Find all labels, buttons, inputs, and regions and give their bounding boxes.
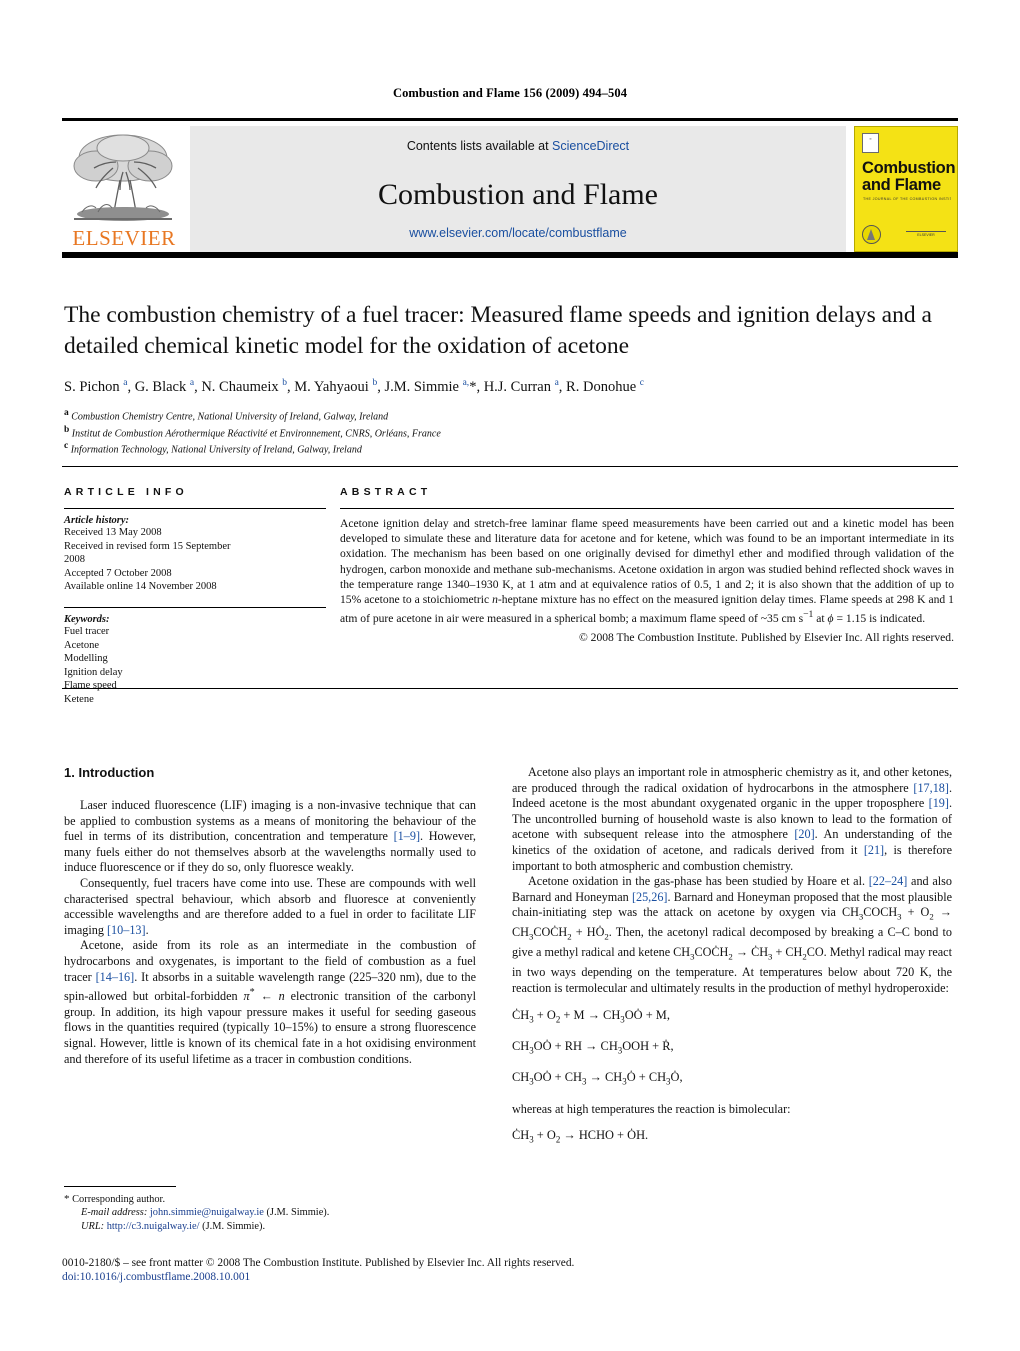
affiliation-c-mark: c — [64, 441, 69, 452]
cover-title: Combustion and Flame — [862, 159, 956, 194]
history-line: 2008 — [64, 554, 85, 566]
article-info-heading: ARTICLE INFO — [64, 486, 188, 498]
abstract-rule — [340, 508, 954, 509]
abstract-heading: ABSTRACT — [340, 486, 432, 498]
affiliation-b: b Institut de Combustion Aérothermique R… — [64, 424, 954, 441]
article-info-rule — [64, 508, 326, 509]
chemical-equation: ĊH3 + O2 + M → CH3OȮ + M, — [512, 1007, 670, 1025]
journal-url-link[interactable]: www.elsevier.com/locate/combustflame — [190, 226, 846, 240]
affiliation-a-text: Combustion Chemistry Centre, National Un… — [71, 411, 389, 423]
footnote-corresponding-line: * Corresponding author. — [64, 1193, 476, 1206]
cover-brand-text: ELSEVIER — [917, 233, 935, 237]
paragraph: Laser induced fluorescence (LIF) imaging… — [64, 798, 476, 875]
cover-institute-badge-icon — [862, 225, 881, 244]
url-owner: (J.M. Simmie). — [202, 1220, 266, 1232]
chemical-equation: ĊH3 + O2 → HCHO + ȮH. — [512, 1128, 649, 1145]
paragraph: Acetone, aside from its role as an inter… — [64, 938, 477, 1066]
affiliation-list: a Combustion Chemistry Centre, National … — [64, 407, 954, 457]
history-line: Available online 14 November 2008 — [64, 581, 217, 593]
email-link[interactable]: john.simmie@nuigalway.ie — [150, 1207, 264, 1218]
keyword-item: Flame speed — [64, 680, 117, 692]
abstract-text: Acetone ignition delay and stretch-free … — [340, 517, 954, 626]
contents-prefix: Contents lists available at — [406, 139, 553, 153]
body-column-right: Acetone also plays an important role in … — [512, 765, 952, 1148]
affiliation-a: a Combustion Chemistry Centre, National … — [64, 407, 954, 424]
article-history-label: Article history: — [64, 515, 130, 526]
footnote-url-line: URL: http://c3.nuigalway.ie/ (J.M. Simmi… — [64, 1220, 476, 1233]
affiliation-b-mark: b — [64, 424, 70, 435]
journal-masthead: ELSEVIER Contents lists available at Sci… — [62, 118, 958, 258]
article-info-block: ARTICLE INFO Article history: Received 1… — [64, 486, 326, 707]
chemical-equation: CH3OȮ + RH → CH3OOH + Ṙ, — [512, 1038, 674, 1056]
history-line: Received in revised form 15 September — [64, 540, 231, 552]
corresponding-author-footnote: * Corresponding author. E-mail address: … — [64, 1186, 476, 1233]
keyword-item: Acetone — [64, 639, 99, 651]
url-link[interactable]: http://c3.nuigalway.ie/ — [107, 1221, 200, 1232]
elsevier-logo: ELSEVIER — [62, 126, 184, 252]
keyword-item: Modelling — [64, 653, 108, 665]
affiliation-b-text: Institut de Combustion Aérothermique Réa… — [71, 427, 441, 439]
masthead-banner: Contents lists available at ScienceDirec… — [190, 126, 846, 252]
affiliation-a-mark: a — [64, 407, 69, 418]
section-divider-bottom — [62, 688, 958, 689]
elsevier-wordmark: ELSEVIER — [72, 226, 176, 250]
contents-available-line: Contents lists available at ScienceDirec… — [190, 139, 846, 153]
author-list: S. Pichon a, G. Black a, N. Chaumeix b, … — [64, 378, 644, 395]
equation-note: whereas at high temperatures the reactio… — [512, 1101, 791, 1116]
cover-subtitle: THE JOURNAL OF THE COMBUSTION INSTITUTE — [863, 197, 951, 201]
journal-cover-thumbnail: ≡ Combustion and Flame THE JOURNAL OF TH… — [854, 126, 958, 252]
page-footer: 0010-2180/$ – see front matter © 2008 Th… — [62, 1257, 958, 1283]
affiliation-c: c Information Technology, National Unive… — [64, 440, 954, 457]
paper-page: Combustion and Flame 156 (2009) 494–504 — [0, 0, 1020, 1351]
title-block: The combustion chemistry of a fuel trace… — [64, 300, 954, 457]
page-title: The combustion chemistry of a fuel trace… — [64, 302, 932, 359]
abstract-copyright: © 2008 The Combustion Institute. Publish… — [578, 631, 954, 645]
keyword-item: Fuel tracer — [64, 625, 110, 637]
keyword-item: Ignition delay — [64, 666, 123, 678]
affiliation-c-text: Information Technology, National Univers… — [70, 444, 362, 456]
body-column-left: 1. Introduction Laser induced fluorescen… — [64, 765, 476, 1067]
email-label: E-mail address: — [81, 1207, 148, 1219]
doi-link[interactable]: doi:10.1016/j.combustflame.2008.10.001 — [62, 1271, 958, 1283]
footnote-corresponding-text: Corresponding author. — [72, 1194, 166, 1205]
email-owner: (J.M. Simmie). — [266, 1207, 330, 1219]
chemical-equation: CH3OȮ + CH3 → CH3Ȯ + CH3Ȯ, — [512, 1069, 683, 1087]
paragraph: Acetone oxidation in the gas-phase has b… — [512, 874, 953, 996]
abstract-block: ABSTRACT Acetone ignition delay and stre… — [340, 486, 954, 644]
cover-title-line1: Combustion — [862, 159, 956, 177]
section-heading-introduction: 1. Introduction — [64, 765, 155, 780]
elsevier-tree-icon — [73, 134, 173, 221]
cover-title-line2: and Flame — [862, 176, 941, 194]
footnote-email-line: E-mail address: john.simmie@nuigalway.ie… — [64, 1206, 476, 1219]
section-divider-top — [62, 466, 958, 467]
paragraph: Acetone also plays an important role in … — [512, 765, 953, 873]
paragraph: Consequently, fuel tracers have come int… — [64, 875, 476, 937]
url-label: URL: — [81, 1220, 105, 1232]
footnote-rule — [64, 1186, 176, 1187]
running-head: Combustion and Flame 156 (2009) 494–504 — [392, 86, 628, 100]
history-line: Accepted 7 October 2008 — [64, 567, 172, 579]
cover-publisher-mark: ELSEVIER — [902, 230, 950, 242]
front-matter-line: 0010-2180/$ – see front matter © 2008 Th… — [62, 1257, 575, 1269]
sciencedirect-link[interactable]: ScienceDirect — [552, 139, 629, 153]
cover-elsevier-mark: ≡ — [862, 133, 879, 153]
footnote-star-mark: * — [64, 1193, 70, 1205]
keywords-label: Keywords: — [64, 613, 110, 625]
keyword-item: Ketene — [64, 693, 94, 705]
history-line: Received 13 May 2008 — [64, 527, 162, 538]
journal-title: Combustion and Flame — [378, 178, 658, 211]
keywords-rule — [64, 606, 326, 608]
